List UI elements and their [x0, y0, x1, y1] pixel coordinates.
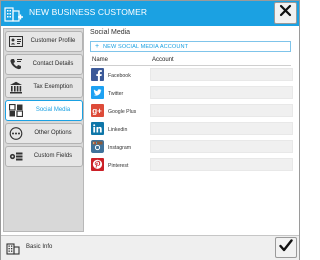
linkedin-account-input[interactable]	[150, 122, 293, 135]
instagram-icon	[91, 140, 104, 153]
sidebar-item-customer-profile[interactable]: Customer Profile	[5, 31, 83, 52]
social-name: Linkedin	[108, 127, 128, 133]
social-row-linkedin: Linkedin	[90, 122, 293, 137]
basic-info-button[interactable]: Basic Info	[4, 239, 76, 257]
confirm-button[interactable]	[275, 237, 297, 258]
sidebar-nav: Customer Profile Contact Details Tax Exe…	[3, 28, 84, 232]
pinterest-icon	[91, 158, 104, 171]
facebook-account-input[interactable]	[150, 68, 293, 81]
checkmark-icon	[279, 238, 293, 257]
dialog-title: NEW BUSINESS CUSTOMER	[29, 7, 148, 17]
new-social-media-account-label: NEW SOCIAL MEDIA ACCOUNT	[103, 44, 189, 50]
new-social-media-account-button[interactable]: + NEW SOCIAL MEDIA ACCOUNT	[90, 41, 291, 52]
sidebar-item-label: Social Media	[35, 107, 71, 113]
sidebar-item-label: Tax Exemption	[33, 84, 73, 90]
social-name: Facebook	[108, 73, 131, 79]
business-building-icon	[6, 241, 20, 255]
section-title: Social Media	[90, 29, 131, 36]
google-plus-account-input[interactable]	[150, 104, 293, 117]
custom-fields-icon	[9, 150, 23, 163]
close-button[interactable]	[274, 2, 297, 24]
basic-info-label: Basic Info	[26, 244, 53, 250]
bank-building-icon	[9, 81, 23, 94]
column-header-account: Account	[152, 57, 174, 63]
social-name: Twitter	[108, 91, 124, 97]
sidebar-item-label: Customer Profile	[30, 38, 76, 44]
instagram-account-input[interactable]	[150, 140, 293, 153]
title-bar: NEW BUSINESS CUSTOMER	[1, 1, 299, 26]
plus-icon: +	[95, 43, 100, 50]
social-name: Google Plus	[108, 109, 137, 115]
more-options-icon	[9, 127, 23, 140]
social-grid-icon	[8, 103, 24, 118]
social-row-twitter: Twitter	[90, 86, 293, 101]
google-plus-icon: g+	[91, 104, 104, 117]
social-row-facebook: Facebook	[90, 68, 293, 83]
social-row-instagram: Instagram	[90, 140, 293, 155]
social-name: Instagram	[108, 145, 132, 151]
sidebar-item-label: Contact Details	[32, 61, 74, 67]
social-media-panel: Social Media + NEW SOCIAL MEDIA ACCOUNT …	[88, 28, 297, 232]
pinterest-account-input[interactable]	[150, 158, 293, 171]
social-row-pinterest: Pinterest	[90, 158, 293, 173]
close-icon	[279, 4, 292, 22]
linkedin-icon	[91, 122, 104, 135]
sidebar-item-other-options[interactable]: Other Options	[5, 123, 83, 144]
sidebar-item-label: Other Options	[34, 130, 72, 136]
sidebar-item-social-media[interactable]: Social Media	[5, 100, 83, 121]
business-building-add-icon	[4, 4, 24, 23]
social-row-google-plus: g+ Google Plus	[90, 104, 293, 119]
svg-text:g+: g+	[92, 107, 102, 116]
column-header-name: Name	[92, 57, 109, 63]
social-name: Pinterest	[108, 163, 129, 169]
sidebar-item-label: Custom Fields	[33, 153, 73, 159]
sidebar-item-tax-exemption[interactable]: Tax Exemption	[5, 77, 83, 98]
sidebar-item-contact-details[interactable]: Contact Details	[5, 54, 83, 75]
header-divider	[90, 65, 291, 66]
sidebar-item-custom-fields[interactable]: Custom Fields	[5, 146, 83, 167]
twitter-account-input[interactable]	[150, 86, 293, 99]
dialog-footer: Basic Info	[1, 235, 299, 260]
facebook-icon	[91, 68, 104, 81]
new-business-customer-dialog: NEW BUSINESS CUSTOMER Customer Profile C…	[0, 0, 300, 260]
contact-phone-icon	[9, 58, 23, 71]
twitter-icon	[91, 86, 104, 99]
id-card-icon	[9, 35, 23, 48]
